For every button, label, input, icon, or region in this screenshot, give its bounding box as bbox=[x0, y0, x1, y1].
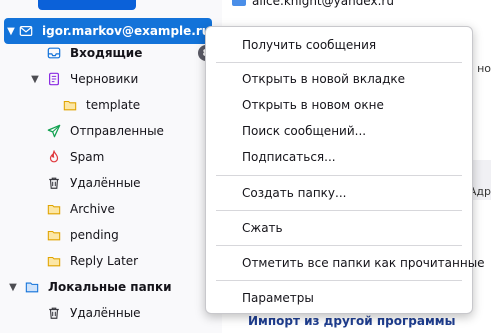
menu-item-properties[interactable]: Параметры bbox=[206, 285, 472, 311]
sent-icon bbox=[46, 123, 62, 139]
folder-label: Удалённые bbox=[70, 306, 141, 320]
menu-separator bbox=[216, 280, 462, 281]
mail-account-icon bbox=[18, 23, 34, 39]
menu-item-mark-all-read[interactable]: Отметить все папки как прочитанные bbox=[206, 250, 485, 276]
menu-separator bbox=[216, 245, 462, 246]
folder-label: Archive bbox=[70, 202, 115, 216]
folder-trash[interactable]: Удалённые bbox=[0, 170, 222, 196]
chevron-down-icon[interactable]: ▼ bbox=[28, 74, 42, 85]
folder-icon bbox=[46, 227, 62, 243]
folder-label: pending bbox=[70, 228, 119, 242]
menu-item-search-messages[interactable]: Поиск сообщений... bbox=[206, 118, 472, 144]
folder-context-menu: Получить сообщения Открыть в новой вклад… bbox=[205, 26, 485, 314]
folder-sent[interactable]: Отправленные bbox=[0, 118, 222, 144]
mail-icon bbox=[232, 0, 246, 6]
local-folders-row[interactable]: ▼ Локальные папки bbox=[0, 274, 222, 300]
folder-icon bbox=[46, 201, 62, 217]
chevron-down-icon[interactable]: ▼ bbox=[6, 282, 20, 293]
folder-archive[interactable]: Archive bbox=[0, 196, 222, 222]
folder-icon bbox=[62, 97, 78, 113]
account-address: alice.knight@yandex.ru bbox=[252, 0, 394, 8]
trash-icon bbox=[46, 175, 62, 191]
trash-icon bbox=[46, 305, 62, 321]
menu-item-open-new-tab[interactable]: Открыть в новой вкладке bbox=[206, 66, 472, 92]
spam-flame-icon bbox=[46, 149, 62, 165]
menu-item-open-new-window[interactable]: Открыть в новом окне bbox=[206, 92, 472, 118]
folder-drafts[interactable]: ▼ Черновики bbox=[0, 66, 222, 92]
account-name: igor.markov@example.ru bbox=[42, 24, 211, 38]
chevron-down-icon[interactable]: ▼ bbox=[4, 26, 18, 37]
folder-label: Reply Later bbox=[70, 254, 139, 268]
menu-item-get-messages[interactable]: Получить сообщения bbox=[206, 32, 472, 58]
folder-label: Отправленные bbox=[70, 124, 164, 138]
folder-icon bbox=[46, 253, 62, 269]
get-messages-button[interactable] bbox=[38, 0, 136, 10]
menu-separator bbox=[216, 62, 462, 63]
menu-item-subscribe[interactable]: Подписаться... bbox=[206, 144, 472, 170]
folder-reply-later[interactable]: Reply Later bbox=[0, 248, 222, 274]
folder-label: Входящие bbox=[70, 46, 143, 60]
local-folders-icon bbox=[24, 279, 40, 295]
folder-pane: ▼ igor.markov@example.ru Входящие 8 ▼ Че… bbox=[0, 0, 222, 333]
drafts-icon bbox=[46, 71, 62, 87]
folder-label: Черновики bbox=[70, 72, 139, 86]
folder-label: template bbox=[86, 98, 141, 112]
menu-item-new-folder[interactable]: Создать папку... bbox=[206, 180, 472, 206]
folder-label: Удалённые bbox=[70, 176, 141, 190]
menu-item-compact[interactable]: Сжать bbox=[206, 215, 472, 241]
menu-separator bbox=[216, 210, 462, 211]
inbox-icon bbox=[46, 45, 62, 61]
menu-separator bbox=[216, 175, 462, 176]
folder-local-trash[interactable]: Удалённые bbox=[0, 300, 222, 326]
folder-label: Spam bbox=[70, 150, 105, 164]
import-link[interactable]: Импорт из другой программы bbox=[248, 314, 455, 328]
account-name: Локальные папки bbox=[48, 280, 172, 294]
folder-inbox[interactable]: Входящие 8 bbox=[0, 40, 222, 66]
folder-template[interactable]: template bbox=[0, 92, 222, 118]
folder-pending[interactable]: pending bbox=[0, 222, 222, 248]
folder-spam[interactable]: Spam bbox=[0, 144, 222, 170]
